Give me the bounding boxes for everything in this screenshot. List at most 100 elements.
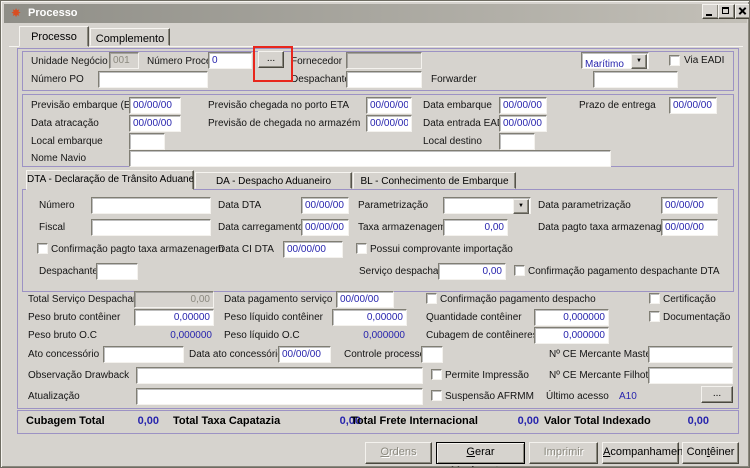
minimize-icon[interactable] xyxy=(702,4,719,19)
via-eadi-label: Via EADI xyxy=(684,55,725,66)
ato-concessorio-label: Ato concessório xyxy=(28,349,100,360)
despachante-field[interactable] xyxy=(346,71,422,88)
permite-impressao-label: Permite Impressão xyxy=(445,370,529,381)
prazo-entrega-field[interactable] xyxy=(669,97,717,114)
permite-impressao-checkbox[interactable] xyxy=(431,369,442,380)
previsao-chegada-armazem-field[interactable] xyxy=(366,115,412,132)
data-ci-dta-label: Data CI DTA xyxy=(218,244,274,255)
conteiner-button[interactable]: Contêiner xyxy=(682,442,739,464)
atualizacao-field[interactable] xyxy=(136,388,423,405)
confirmacao-pagamento-despachante-checkbox[interactable] xyxy=(514,265,525,276)
via-eadi-checkbox[interactable] xyxy=(669,55,680,66)
tab-page-edge xyxy=(9,46,743,47)
numero-po-field[interactable] xyxy=(98,71,208,88)
data-ci-dta-field[interactable] xyxy=(283,241,343,258)
app-icon: ✸ xyxy=(11,6,22,20)
total-servico-despachante-label: Total Serviço Despachante xyxy=(28,294,147,305)
cubagem-total-value: 0,00 xyxy=(137,415,159,427)
controle-processo-field[interactable] xyxy=(421,346,443,363)
total-frete-internacional-value: 0,00 xyxy=(517,415,539,427)
servico-despachante-field[interactable] xyxy=(438,263,506,280)
maximize-icon[interactable] xyxy=(718,4,735,19)
data-ato-concessorio-field[interactable] xyxy=(278,346,331,363)
ce-mercante-master-label: Nº CE Mercante Master xyxy=(549,349,655,360)
ultimo-acesso-browse-button[interactable]: ... xyxy=(701,386,733,403)
data-parametrizacao-field[interactable] xyxy=(661,197,718,214)
local-embarque-field[interactable] xyxy=(129,133,165,150)
title-bar[interactable]: ✸ Processo xyxy=(4,4,747,23)
fiscal-field[interactable] xyxy=(91,219,211,236)
ce-mercante-filhote-field[interactable] xyxy=(648,367,733,384)
data-embarque-field[interactable] xyxy=(499,97,547,114)
data-carregamento-label: Data carregamento xyxy=(218,222,304,233)
documentacao-checkbox[interactable] xyxy=(649,311,660,322)
dta-despachante-field[interactable] xyxy=(96,263,138,280)
chevron-down-icon[interactable]: ▼ xyxy=(513,199,529,214)
total-frete-internacional-label: Total Frete Internacional xyxy=(351,415,478,427)
quantidade-conteiner-field[interactable] xyxy=(534,309,609,326)
numero-po-label: Número PO xyxy=(31,74,84,85)
total-taxa-capatazia-label: Total Taxa Capatazia xyxy=(173,415,281,427)
ato-concessorio-field[interactable] xyxy=(103,346,184,363)
cubagem-total-label: Cubagem Total xyxy=(26,415,105,427)
suspensao-afrmm-label: Suspensão AFRMM xyxy=(445,391,534,402)
previsao-embarque-field[interactable] xyxy=(129,97,181,114)
data-pagto-taxa-label: Data pagto taxa armazenagem xyxy=(538,222,676,233)
local-destino-field[interactable] xyxy=(499,133,535,150)
parametrizacao-select[interactable]: ▼ xyxy=(443,197,531,214)
numero-processo-field[interactable] xyxy=(208,52,252,69)
cubagem-conteineres-label: Cubagem de contêineres xyxy=(426,330,538,341)
data-parametrizacao-label: Data parametrização xyxy=(538,200,631,211)
ce-mercante-master-field[interactable] xyxy=(648,346,733,363)
peso-liquido-oc-value: 0,000000 xyxy=(363,330,405,341)
previsao-chegada-porto-field[interactable] xyxy=(366,97,412,114)
dta-numero-field[interactable] xyxy=(91,197,211,214)
unidade-negocio-field xyxy=(109,52,139,69)
data-embarque-label: Data embarque xyxy=(423,100,492,111)
tab-complemento[interactable]: Complemento xyxy=(90,28,170,46)
tab-bl[interactable]: BL - Conhecimento de Embarque xyxy=(353,172,516,189)
observacao-drawback-label: Observação Drawback xyxy=(28,370,130,381)
possui-comprovante-checkbox[interactable] xyxy=(356,243,367,254)
close-icon[interactable] xyxy=(735,4,749,19)
certificacao-label: Certificação xyxy=(663,294,716,305)
confirmacao-pagamento-despacho-checkbox[interactable] xyxy=(426,293,437,304)
controle-processo-label: Controle processo xyxy=(344,349,426,360)
data-entrada-eadi-field[interactable] xyxy=(499,115,547,132)
data-carregamento-field[interactable] xyxy=(301,219,349,236)
ultimo-acesso-label: Último acesso xyxy=(546,391,609,402)
data-entrada-eadi-label: Data entrada EADI xyxy=(423,118,507,129)
tab-dta[interactable]: DTA - Declaração de Trânsito Aduaneiro xyxy=(26,170,194,190)
taxa-armazenagem-field[interactable] xyxy=(443,219,508,236)
certificacao-checkbox[interactable] xyxy=(649,293,660,304)
valor-total-indexado-label: Valor Total Indexado xyxy=(544,415,651,427)
confirmacao-pagto-taxa-checkbox[interactable] xyxy=(37,243,48,254)
imprimir-button: Imprimir xyxy=(529,442,598,464)
acompanhamento-button[interactable]: Acompanhamento xyxy=(602,442,692,464)
data-dta-field[interactable] xyxy=(301,197,349,214)
forwarder-field[interactable] xyxy=(593,71,678,88)
data-atracacao-field[interactable] xyxy=(129,115,181,132)
data-atracacao-label: Data atracação xyxy=(31,118,99,129)
cubagem-conteineres-field[interactable] xyxy=(534,327,609,344)
numero-processo-browse-button[interactable]: ... xyxy=(258,51,284,68)
unidade-negocio-label: Unidade Negócio xyxy=(31,56,108,67)
modal-select[interactable]: Marítimo ▼ xyxy=(581,52,649,70)
peso-bruto-oc-label: Peso bruto O.C xyxy=(28,330,97,341)
peso-liquido-conteiner-field[interactable] xyxy=(332,309,407,326)
peso-bruto-conteiner-field[interactable] xyxy=(134,309,214,326)
peso-liquido-oc-label: Peso líquido O.C xyxy=(224,330,300,341)
tab-processo[interactable]: Processo xyxy=(19,26,89,47)
data-pagto-taxa-field[interactable] xyxy=(661,219,718,236)
confirmacao-pagamento-despachante-label: Confirmação pagamento despachante DTA xyxy=(528,266,720,277)
tab-da[interactable]: DA - Despacho Aduaneiro xyxy=(195,172,352,189)
suspensao-afrmm-checkbox[interactable] xyxy=(431,390,442,401)
observacao-drawback-field[interactable] xyxy=(136,367,423,384)
data-pagamento-servico-label: Data pagamento serviço xyxy=(224,294,333,305)
nome-navio-field[interactable] xyxy=(129,150,611,167)
peso-bruto-oc-value: 0,000000 xyxy=(170,330,212,341)
data-pagamento-servico-field[interactable] xyxy=(336,291,394,308)
gerar-movimentos-button[interactable]: Gerar Movimentos xyxy=(436,442,525,467)
peso-bruto-conteiner-label: Peso bruto contêiner xyxy=(28,312,121,323)
chevron-down-icon[interactable]: ▼ xyxy=(631,54,647,69)
